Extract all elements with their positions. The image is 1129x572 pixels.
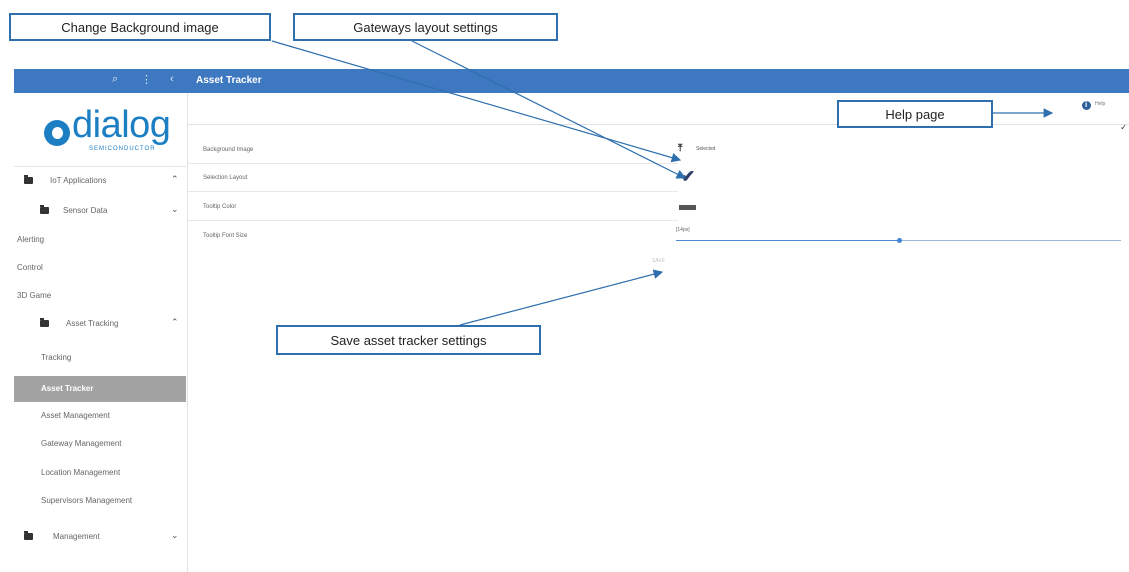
folder-icon (24, 175, 33, 184)
folder-icon (24, 531, 33, 540)
callout-save-settings: Save asset tracker settings (276, 325, 541, 355)
callout-gateways-layout: Gateways layout settings (293, 13, 558, 41)
brand-tagline: SEMICONDUCTOR (89, 146, 156, 152)
folder-icon (40, 205, 49, 214)
nav-label: Sensor Data (63, 206, 108, 215)
help-link[interactable]: Help (1095, 101, 1105, 107)
nav-label: Supervisors Management (41, 496, 133, 505)
nav-label: Location Management (41, 468, 121, 477)
row-divider (188, 220, 678, 221)
setting-row-selection-layout: Selection Layout (188, 164, 678, 192)
chevron-up-icon: ⌃ (171, 317, 179, 327)
nav-label: Tracking (41, 353, 72, 362)
row-divider (188, 191, 678, 192)
nav-item-tracking[interactable]: Tracking (14, 345, 186, 371)
nav-label: 3D Game (17, 291, 52, 300)
font-size-slider-thumb[interactable] (896, 238, 902, 243)
nav-label: IoT Applications (50, 176, 107, 185)
background-image-value: Selected (696, 146, 716, 152)
nav-item-location-management[interactable]: Location Management (14, 460, 186, 486)
more-vertical-icon[interactable]: ⋮ (141, 73, 152, 86)
chevron-down-icon: ⌄ (171, 530, 179, 540)
nav-item-asset-management[interactable]: Asset Management (14, 403, 186, 429)
layout-check-icon[interactable]: ✔ (681, 167, 695, 187)
nav-label: Asset Tracker (41, 384, 94, 393)
nav-group-iot-applications[interactable]: IoT Applications ⌃ (14, 168, 186, 194)
nav-label: Gateway Management (41, 439, 122, 448)
help-icon[interactable] (1082, 100, 1091, 110)
callout-change-background: Change Background image (9, 13, 271, 41)
sidebar: dialog SEMICONDUCTOR IoT Applications ⌃ … (14, 93, 188, 572)
nav-group-management[interactable]: Management ⌄ (14, 524, 186, 550)
nav-item-gateway-management[interactable]: Gateway Management (14, 431, 186, 457)
nav-label: Alerting (17, 235, 45, 244)
page-title: Asset Tracker (196, 75, 262, 86)
font-size-slider-fill (676, 240, 899, 241)
top-app-bar: ⌕ ⋮ ‹ Asset Tracker (14, 69, 1129, 93)
callout-text: Change Background image (61, 19, 219, 35)
nav-label: Control (17, 263, 43, 272)
nav-item-supervisors-management[interactable]: Supervisors Management (14, 488, 186, 514)
nav-item-alerting[interactable]: Alerting (14, 227, 186, 253)
setting-row-background-image: Background Image (188, 136, 678, 164)
folder-icon (40, 318, 49, 327)
brand-name: dialog (72, 104, 171, 146)
nav-label: Management (53, 532, 100, 541)
nav-label: Asset Tracking (66, 319, 119, 328)
nav-item-control[interactable]: Control (14, 255, 186, 281)
setting-label: Tooltip Font Size (203, 233, 248, 239)
callout-text: Help page (885, 106, 945, 122)
setting-label: Selection Layout (203, 175, 248, 181)
nav-item-3d-game[interactable]: 3D Game (14, 283, 186, 309)
chevron-left-icon[interactable]: ‹ (170, 73, 174, 85)
callout-text: Save asset tracker settings (330, 332, 487, 348)
tooltip-color-swatch[interactable] (679, 205, 696, 210)
setting-label: Background Image (203, 147, 254, 153)
dialog-logo: dialog SEMICONDUCTOR (44, 104, 194, 158)
callout-help-page: Help page (837, 100, 993, 128)
dialog-logo-mark (44, 120, 70, 146)
upload-icon[interactable]: ⤒ (678, 143, 682, 154)
divider (14, 166, 186, 167)
setting-row-tooltip-font-size: Tooltip Font Size (188, 222, 678, 250)
tooltip-font-size-value: [14px] (676, 227, 690, 233)
nav-label: Asset Management (41, 411, 110, 420)
setting-label: Tooltip Color (203, 204, 237, 210)
chevron-up-icon: ⌃ (171, 174, 179, 184)
nav-group-asset-tracking[interactable]: Asset Tracking ⌃ (14, 311, 186, 337)
nav-item-asset-tracker[interactable]: Asset Tracker (14, 376, 186, 402)
setting-row-tooltip-color: Tooltip Color (188, 193, 678, 221)
save-button[interactable]: SAVE (652, 258, 665, 264)
chevron-down-icon: ⌄ (171, 204, 179, 214)
nav-group-sensor-data[interactable]: Sensor Data ⌄ (14, 198, 186, 224)
search-icon[interactable]: ⌕ (112, 73, 118, 86)
callout-text: Gateways layout settings (353, 19, 498, 35)
